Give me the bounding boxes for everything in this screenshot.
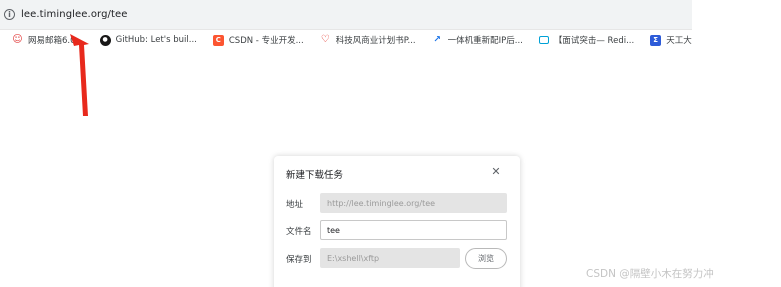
csdn-icon: C	[212, 34, 224, 46]
netease-mail-icon: ☺	[12, 34, 23, 45]
bookmark-github[interactable]: ● GitHub: Let's buil...	[99, 34, 197, 46]
bookmark-business-plan[interactable]: ♡ 科技风商业计划书P...	[320, 34, 416, 47]
bookmark-label: CSDN - 专业开发...	[228, 36, 304, 46]
address-value: http://lee.timinglee.org/tee	[327, 198, 436, 208]
filename-value: tee	[327, 225, 340, 235]
url-text[interactable]: lee.timinglee.org/tee	[21, 9, 128, 20]
bilibili-icon	[538, 36, 549, 44]
bookmark-tiangong[interactable]: Σ 天工大模型3.0_天...	[650, 34, 692, 46]
watermark: CSDN @隔壁小木在努力冲	[586, 268, 714, 280]
address-field: http://lee.timinglee.org/tee	[320, 193, 507, 213]
github-icon: ●	[99, 34, 111, 46]
site-info-icon[interactable]: i	[4, 9, 15, 20]
browse-label: 浏览	[478, 254, 494, 263]
new-download-dialog: 新建下载任务 ✕ 地址 http://lee.timinglee.org/tee…	[274, 156, 520, 287]
filename-field[interactable]: tee	[320, 220, 507, 240]
address-bar[interactable]: i lee.timinglee.org/tee	[0, 0, 692, 30]
address-label: 地址	[286, 200, 304, 210]
saveto-field: E:\xshell\xftp	[320, 248, 460, 268]
bookmark-ip-config[interactable]: ↗ 一体机重新配IP后...	[432, 34, 523, 46]
bookmark-label: 科技风商业计划书P...	[335, 36, 416, 46]
heart-icon: ♡	[320, 34, 330, 45]
tiangong-icon: Σ	[650, 34, 662, 46]
bookmark-netease-mail[interactable]: ☺ 网易邮箱6.0...	[12, 34, 84, 47]
browse-button[interactable]: 浏览	[465, 248, 507, 269]
ip-icon: ↗	[433, 34, 441, 45]
bookmark-label: 【面试突击— Redi...	[553, 36, 635, 46]
bookmark-label: GitHub: Let's buil...	[115, 35, 197, 45]
saveto-value: E:\xshell\xftp	[327, 253, 380, 263]
bookmark-redis-interview[interactable]: 【面试突击— Redi...	[538, 34, 635, 46]
bookmark-csdn[interactable]: C CSDN - 专业开发...	[212, 34, 304, 46]
bookmarks-bar: ☺ 网易邮箱6.0... ● GitHub: Let's buil... C C…	[0, 30, 692, 50]
bookmark-label: 天工大模型3.0_天...	[666, 36, 692, 46]
dialog-title: 新建下载任务	[286, 170, 344, 181]
saveto-label: 保存到	[286, 255, 312, 265]
close-icon[interactable]: ✕	[490, 166, 502, 178]
bookmark-label: 网易邮箱6.0...	[28, 36, 84, 46]
bookmark-label: 一体机重新配IP后...	[447, 36, 523, 46]
filename-label: 文件名	[286, 227, 312, 237]
